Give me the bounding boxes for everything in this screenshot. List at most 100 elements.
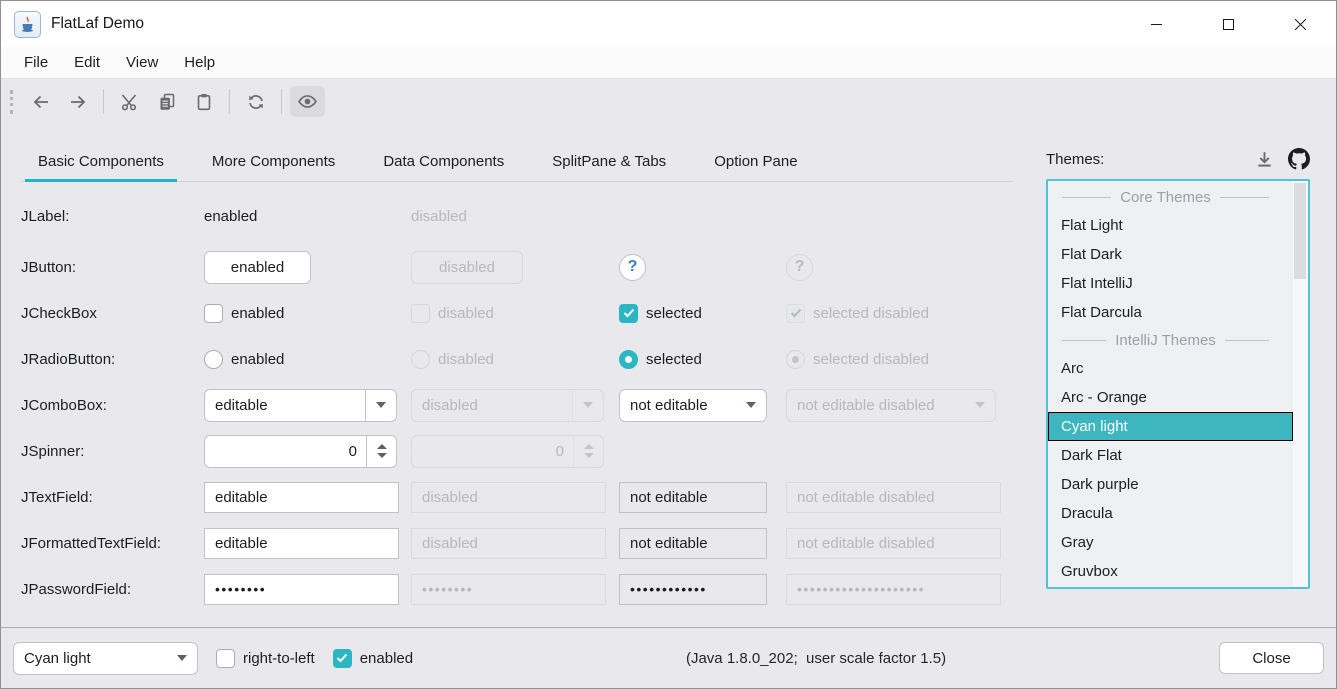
- radio-selected[interactable]: selected: [619, 350, 702, 369]
- chevron-down-icon: [975, 402, 985, 408]
- theme-item-arc-orange[interactable]: Arc - Orange: [1048, 383, 1293, 412]
- theme-item-arc[interactable]: Arc: [1048, 354, 1293, 383]
- spinner-buttons[interactable]: [366, 436, 396, 467]
- theme-select-combobox[interactable]: Cyan light: [13, 642, 198, 675]
- checkbox-icon: [411, 304, 430, 323]
- github-link-button[interactable]: [1288, 148, 1310, 170]
- enabled-button[interactable]: enabled: [204, 251, 311, 284]
- menu-file[interactable]: File: [11, 50, 61, 75]
- jlabel-disabled: disabled: [411, 198, 619, 234]
- tab-more-components[interactable]: More Components: [195, 141, 352, 181]
- tab-data-components[interactable]: Data Components: [366, 141, 521, 181]
- close-button[interactable]: Close: [1219, 642, 1324, 674]
- spinner[interactable]: 0: [204, 435, 397, 468]
- menu-help[interactable]: Help: [171, 50, 228, 75]
- combobox-arrow-button[interactable]: [735, 390, 766, 421]
- eye-icon: [297, 91, 318, 112]
- combobox-arrow-button[interactable]: [365, 390, 396, 421]
- refresh-icon: [246, 92, 266, 112]
- refresh-button[interactable]: [238, 86, 273, 117]
- textfield-editable[interactable]: editable: [204, 482, 399, 513]
- checkbox-enabled[interactable]: enabled: [204, 304, 284, 323]
- textfield-not-editable-disabled: not editable disabled: [786, 482, 1001, 513]
- row-label: JButton:: [21, 244, 204, 290]
- forward-button[interactable]: [60, 86, 95, 117]
- theme-list: Core Themes Flat Light Flat Dark Flat In…: [1046, 179, 1310, 589]
- tab-splitpane-tabs[interactable]: SplitPane & Tabs: [535, 141, 683, 181]
- formatted-textfield-editable[interactable]: editable: [204, 528, 399, 559]
- spinner-value[interactable]: 0: [205, 443, 366, 460]
- checkbox-selected[interactable]: selected: [619, 304, 702, 323]
- theme-item-flat-dark[interactable]: Flat Dark: [1048, 240, 1293, 269]
- theme-item-dracula[interactable]: Dracula: [1048, 499, 1293, 528]
- scrollbar-thumb[interactable]: [1294, 183, 1306, 279]
- help-button[interactable]: ?: [619, 254, 646, 281]
- tool-bar: [1, 80, 1336, 123]
- right-to-left-checkbox[interactable]: right-to-left: [216, 649, 315, 668]
- theme-item-gray[interactable]: Gray: [1048, 528, 1293, 557]
- theme-item-flat-darcula[interactable]: Flat Darcula: [1048, 298, 1293, 327]
- cut-button[interactable]: [112, 86, 147, 117]
- theme-item-cyan-light[interactable]: Cyan light: [1048, 412, 1293, 441]
- menu-view[interactable]: View: [113, 50, 171, 75]
- chevron-down-icon: [746, 402, 756, 408]
- row-label: JTextField:: [21, 474, 204, 520]
- paste-button[interactable]: [186, 86, 221, 117]
- cut-icon: [120, 92, 140, 112]
- checkbox-label: selected disabled: [813, 305, 929, 322]
- formatted-textfield-not-editable: not editable: [619, 528, 767, 559]
- checkbox-selected-disabled: selected disabled: [786, 304, 929, 323]
- combobox-not-editable-disabled: not editable disabled: [786, 389, 996, 422]
- theme-item-flat-intellij[interactable]: Flat IntelliJ: [1048, 269, 1293, 298]
- checkbox-checked-icon: [333, 649, 352, 668]
- toolbar-separator: [281, 89, 282, 114]
- checkbox-label: selected: [646, 305, 702, 322]
- copy-button[interactable]: [149, 86, 184, 117]
- close-window-button[interactable]: [1264, 1, 1336, 47]
- tab-option-pane[interactable]: Option Pane: [697, 141, 814, 181]
- radio-disabled: disabled: [411, 350, 494, 369]
- combobox-not-editable[interactable]: not editable: [619, 389, 767, 422]
- disabled-button: disabled: [411, 251, 523, 284]
- status-text: (Java 1.8.0_202; user scale factor 1.5): [413, 650, 1219, 667]
- theme-item-dark-purple[interactable]: Dark purple: [1048, 470, 1293, 499]
- tab-basic-components[interactable]: Basic Components: [21, 141, 181, 181]
- toolbar-grip[interactable]: [10, 90, 13, 114]
- forward-icon: [68, 92, 88, 112]
- menu-edit[interactable]: Edit: [61, 50, 113, 75]
- spinner-up-icon: [584, 444, 594, 449]
- back-button[interactable]: [23, 86, 58, 117]
- combobox-value: Cyan light: [24, 650, 91, 667]
- maximize-button[interactable]: [1192, 1, 1264, 47]
- theme-list-scrollbar[interactable]: [1293, 181, 1308, 587]
- row-label: JLabel:: [21, 198, 204, 234]
- combobox-value: editable: [215, 397, 268, 414]
- theme-item-dark-flat[interactable]: Dark Flat: [1048, 441, 1293, 470]
- theme-item-flat-light[interactable]: Flat Light: [1048, 211, 1293, 240]
- combobox-arrow-button[interactable]: [166, 643, 197, 674]
- toolbar-separator: [103, 89, 104, 114]
- tab-bar: Basic Components More Components Data Co…: [21, 141, 1013, 182]
- radio-icon: [204, 350, 223, 369]
- copy-icon: [157, 92, 177, 112]
- row-label: JComboBox:: [21, 382, 204, 428]
- eye-toggle-button[interactable]: [290, 86, 325, 117]
- radio-icon: [411, 350, 430, 369]
- enabled-checkbox[interactable]: enabled: [333, 649, 413, 668]
- passwordfield-not-editable-disabled: ••••••••••••••••••••: [786, 574, 1001, 605]
- minimize-button[interactable]: [1120, 1, 1192, 47]
- radio-enabled[interactable]: enabled: [204, 350, 284, 369]
- spinner-up-icon: [377, 444, 387, 449]
- radio-selected-icon: [786, 350, 805, 369]
- theme-item-gruvbox[interactable]: Gruvbox: [1048, 557, 1293, 586]
- radio-label: disabled: [438, 351, 494, 368]
- combobox-value: not editable disabled: [797, 397, 935, 414]
- combobox-editable[interactable]: editable: [204, 389, 397, 422]
- download-theme-button[interactable]: [1255, 150, 1274, 169]
- passwordfield-editable[interactable]: ••••••••: [204, 574, 399, 605]
- formatted-textfield-not-editable-disabled: not editable disabled: [786, 528, 1001, 559]
- row-label: JSpinner:: [21, 428, 204, 474]
- close-icon: [1295, 19, 1306, 30]
- themes-header: Themes:: [1046, 146, 1310, 172]
- textfield-disabled: disabled: [411, 482, 606, 513]
